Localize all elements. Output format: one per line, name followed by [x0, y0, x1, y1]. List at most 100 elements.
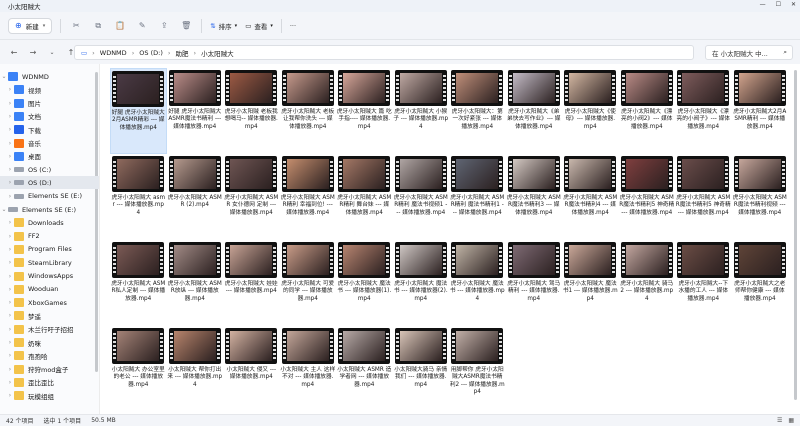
file-item[interactable]: 虎牙小太阳贼大 驾马精利 --- 媒体播放器.mp4 — [506, 240, 563, 326]
sidebar-item[interactable]: › 狩狩mod盒子 — [0, 363, 99, 376]
sort-button[interactable]: ⇅ 排序 ▾ — [210, 21, 237, 31]
sidebar-item[interactable]: › 木兰行吁子招招 — [0, 323, 99, 336]
chevron-right-icon[interactable]: › — [6, 219, 14, 226]
file-item[interactable]: 虎牙小太阳贼大：第一次好紧张 --- 媒体播放器.mp4 — [449, 68, 506, 154]
chevron-down-icon[interactable]: ⌄ — [0, 206, 8, 213]
file-item[interactable]: 虎牙小太阳贼大 ASMR魔法书精利5 神奇精 --- 媒体播放器.mp4 — [675, 154, 732, 240]
sidebar-item[interactable]: › WindowsApps — [0, 270, 99, 283]
breadcrumb-item[interactable]: WDNMD — [100, 49, 127, 57]
cut-icon[interactable]: ✂ — [69, 19, 83, 33]
file-item[interactable]: 虎牙小太阳贼大2月ASMR精利 --- 媒体播放器.mp4 — [732, 68, 789, 154]
rename-icon[interactable]: ✎ — [135, 19, 149, 33]
file-item[interactable]: 虎牙小太阳贼大 魔法书 --- 媒体播放器(1).mp4 — [336, 240, 393, 326]
file-item[interactable]: 用脚帮你 虎牙小太阳贼大ASMR魔法书精利2 --- 媒体播放器.mp4 — [449, 326, 506, 412]
chevron-right-icon[interactable]: › — [6, 339, 14, 346]
file-item[interactable]: 虎牙小太阳贼大 ASMR精利 魔法书精利1 --- 媒体播放器.mp4 — [449, 154, 506, 240]
file-item[interactable]: 虎牙小太阳贼大 老板让我帮你洗头 --- 媒体播放器.mp4 — [280, 68, 337, 154]
chevron-right-icon[interactable]: › — [6, 246, 14, 253]
file-item[interactable]: 好腿 虎牙小太阳贼大ASMR魔法书精利 --- 媒体播放器.mp4 — [167, 68, 224, 154]
file-item[interactable]: 虎牙小太阳贼大--下水播的工人 --- 媒体播放器.mp4 — [675, 240, 732, 326]
file-item[interactable]: 虎牙小太阳贼大 ASMR魔法书精利5 神奇精 --- 媒体播放器.mp4 — [619, 154, 676, 240]
file-item[interactable]: 虎牙小太阳贼大 魔法书 --- 媒体播放器(2).mp4 — [393, 240, 450, 326]
chevron-right-icon[interactable]: › — [6, 259, 14, 266]
close-icon[interactable]: ✕ — [791, 1, 796, 8]
more-button[interactable]: ··· — [290, 22, 296, 30]
sidebar-item[interactable]: › 视频 — [0, 83, 99, 96]
sidebar-item[interactable]: › OS (C:) — [0, 163, 99, 176]
sidebar-item[interactable]: › OS (D:) — [0, 176, 99, 190]
file-item[interactable]: 虎牙小太阳贼大 asmr --- 媒体播放器.mp4 — [110, 154, 167, 240]
chevron-right-icon[interactable]: › — [6, 286, 14, 293]
chevron-right-icon[interactable]: › — [6, 153, 14, 160]
sidebar-item[interactable]: › 玩模组组 — [0, 389, 99, 402]
file-item[interactable]: 虎牙小太阳贼大 ASMR精利 舞台妹 --- 媒体播放器.mp4 — [336, 154, 393, 240]
chevron-right-icon[interactable]: › — [6, 326, 14, 333]
file-item[interactable]: 虎牙小太阳贼大 篇 吃手指---- 媒体播放器.mp4 — [336, 68, 393, 154]
file-item[interactable]: 虎牙小太阳贼大 娃娃 --- 媒体播放器.mp4 — [223, 240, 280, 326]
forward-icon[interactable]: → — [27, 48, 39, 57]
file-item[interactable]: 虎牙小太阳贼大《漂亮的小阀子》--- 媒体播放器.mp4 — [675, 68, 732, 154]
chevron-right-icon[interactable]: › — [6, 193, 14, 200]
chevron-right-icon[interactable]: › — [6, 366, 14, 373]
file-item[interactable]: 虎牙小太阳贼 老板我想喝马-- 媒体播放器.mp4 — [223, 68, 280, 154]
details-view-icon[interactable]: ☰ — [777, 417, 782, 424]
file-item[interactable]: 虎牙小太阳贼大 骑马2 --- 媒体播放器.mp4 — [619, 240, 676, 326]
file-item[interactable]: 虎牙小太阳贼大 ASMR 女仆德网 定制 --- 媒体播放器.mp4 — [223, 154, 280, 240]
chevron-right-icon[interactable]: › — [6, 352, 14, 359]
chevron-right-icon[interactable]: › — [6, 100, 14, 107]
sidebar-item[interactable]: › FF2 — [0, 230, 99, 243]
file-item[interactable]: 虎牙小太阳贼大 ASMR精利 幸福到位! --- 媒体播放器.mp4 — [280, 154, 337, 240]
breadcrumb-item[interactable]: 助肥 — [175, 48, 188, 58]
address-bar[interactable]: ▭ › WDNMD › OS (D:) › 助肥 › 小太阳贼大 — [74, 45, 694, 60]
chevron-right-icon[interactable]: › — [6, 379, 14, 386]
file-item[interactable]: 虎牙小太阳贼大《弟弟快去写作业》--- 媒体播放器.mp4 — [506, 68, 563, 154]
sidebar-item[interactable]: › 奶咪 — [0, 336, 99, 349]
chevron-right-icon[interactable]: › — [6, 179, 14, 186]
minimize-icon[interactable]: — — [760, 1, 766, 8]
new-button[interactable]: ⊕ 新建 ▾ — [8, 17, 53, 34]
chevron-right-icon[interactable]: › — [6, 273, 14, 280]
sidebar-item[interactable]: › Elements SE (E:) — [0, 190, 99, 203]
paste-icon[interactable]: 📋 — [113, 19, 127, 33]
sidebar-item[interactable]: ⌄ WDNMD — [0, 70, 99, 83]
back-icon[interactable]: ← — [8, 48, 20, 57]
view-button[interactable]: ▭ 查看 ▾ — [245, 21, 273, 31]
maximize-icon[interactable]: ☐ — [776, 1, 781, 8]
chevron-down-icon[interactable]: ⌄ — [46, 49, 58, 56]
chevron-down-icon[interactable]: ⌄ — [0, 73, 8, 80]
file-item[interactable]: 好腿 虎牙小太阳贼大2月ASMR精彩 --- 媒体播放器.mp4 — [110, 68, 167, 154]
file-item[interactable]: 虎牙小太阳贼大 ASMR (2).mp4 — [167, 154, 224, 240]
file-item[interactable]: 小太阳贼大 帮你打出来 --- 媒体播放器.mp4 — [167, 326, 224, 412]
chevron-right-icon[interactable]: › — [6, 299, 14, 306]
chevron-right-icon[interactable]: › — [6, 392, 14, 399]
chevron-right-icon[interactable]: › — [6, 140, 14, 147]
file-item[interactable]: 虎牙小太阳贼大 ASMR魔法书精利4 --- 媒体播放器.mp4 — [562, 154, 619, 240]
file-item[interactable]: 虎牙小太阳贼大 ASMR精利 魔法书视频1 --- 媒体播放器.mp4 — [393, 154, 450, 240]
sidebar-item[interactable]: › 音乐 — [0, 137, 99, 150]
sidebar-item[interactable]: › 梦遥 — [0, 309, 99, 322]
sidebar-item[interactable]: › SteamLibrary — [0, 256, 99, 269]
file-item[interactable]: 小太阳贼大 主人 这样不对 --- 媒体播放器.mp4 — [280, 326, 337, 412]
file-item[interactable]: 虎牙小太阳贼大之老师帮你健康 --- 媒体播放器.mp4 — [732, 240, 789, 326]
file-item[interactable]: 小太阳贼大 ASMR 造学者网 --- 媒体播放器.mp4 — [336, 326, 393, 412]
file-item[interactable]: 虎牙小太阳贼大 魔法书1 --- 媒体播放器.mp4 — [562, 240, 619, 326]
tiles-view-icon[interactable]: ▦ — [788, 417, 794, 424]
file-item[interactable]: 虎牙小太阳贼大 魔法书 --- 媒体播放器.mp4 — [449, 240, 506, 326]
chevron-right-icon[interactable]: › — [6, 126, 14, 133]
sidebar-item[interactable]: › 桌面 — [0, 150, 99, 163]
breadcrumb-item[interactable]: 小太阳贼大 — [201, 48, 234, 58]
sidebar-item[interactable]: › 图片 — [0, 97, 99, 110]
copy-icon[interactable]: ⧉ — [91, 19, 105, 33]
chevron-right-icon[interactable]: › — [6, 312, 14, 319]
file-item[interactable]: 小太阳贼大 办公室里的老公 --- 媒体播放器.mp4 — [110, 326, 167, 412]
file-item[interactable]: 虎牙小太阳贼大《漂亮的小阀2》--- 媒体播放器.mp4 — [619, 68, 676, 154]
sidebar-item[interactable]: › XboxGames — [0, 296, 99, 309]
file-item[interactable]: 小太阳贼大骑马 亲情我们 --- 媒体播放器.mp4 — [393, 326, 450, 412]
search-input[interactable]: 在 小太阳贼大 中... ⌕ — [705, 45, 793, 60]
delete-icon[interactable]: 🗑 — [179, 19, 193, 33]
file-item[interactable]: 虎牙小太阳贼大 小猴子 --- 媒体播放器.mp4 — [393, 68, 450, 154]
file-item[interactable]: 虎牙小太阳贼大 ASMR私人定制 --- 媒体播放器.mp4 — [110, 240, 167, 326]
sidebar-item[interactable]: › 文档 — [0, 110, 99, 123]
sidebar-item[interactable]: › 歪比歪比 — [0, 376, 99, 389]
breadcrumb-item[interactable]: OS (D:) — [139, 49, 163, 57]
